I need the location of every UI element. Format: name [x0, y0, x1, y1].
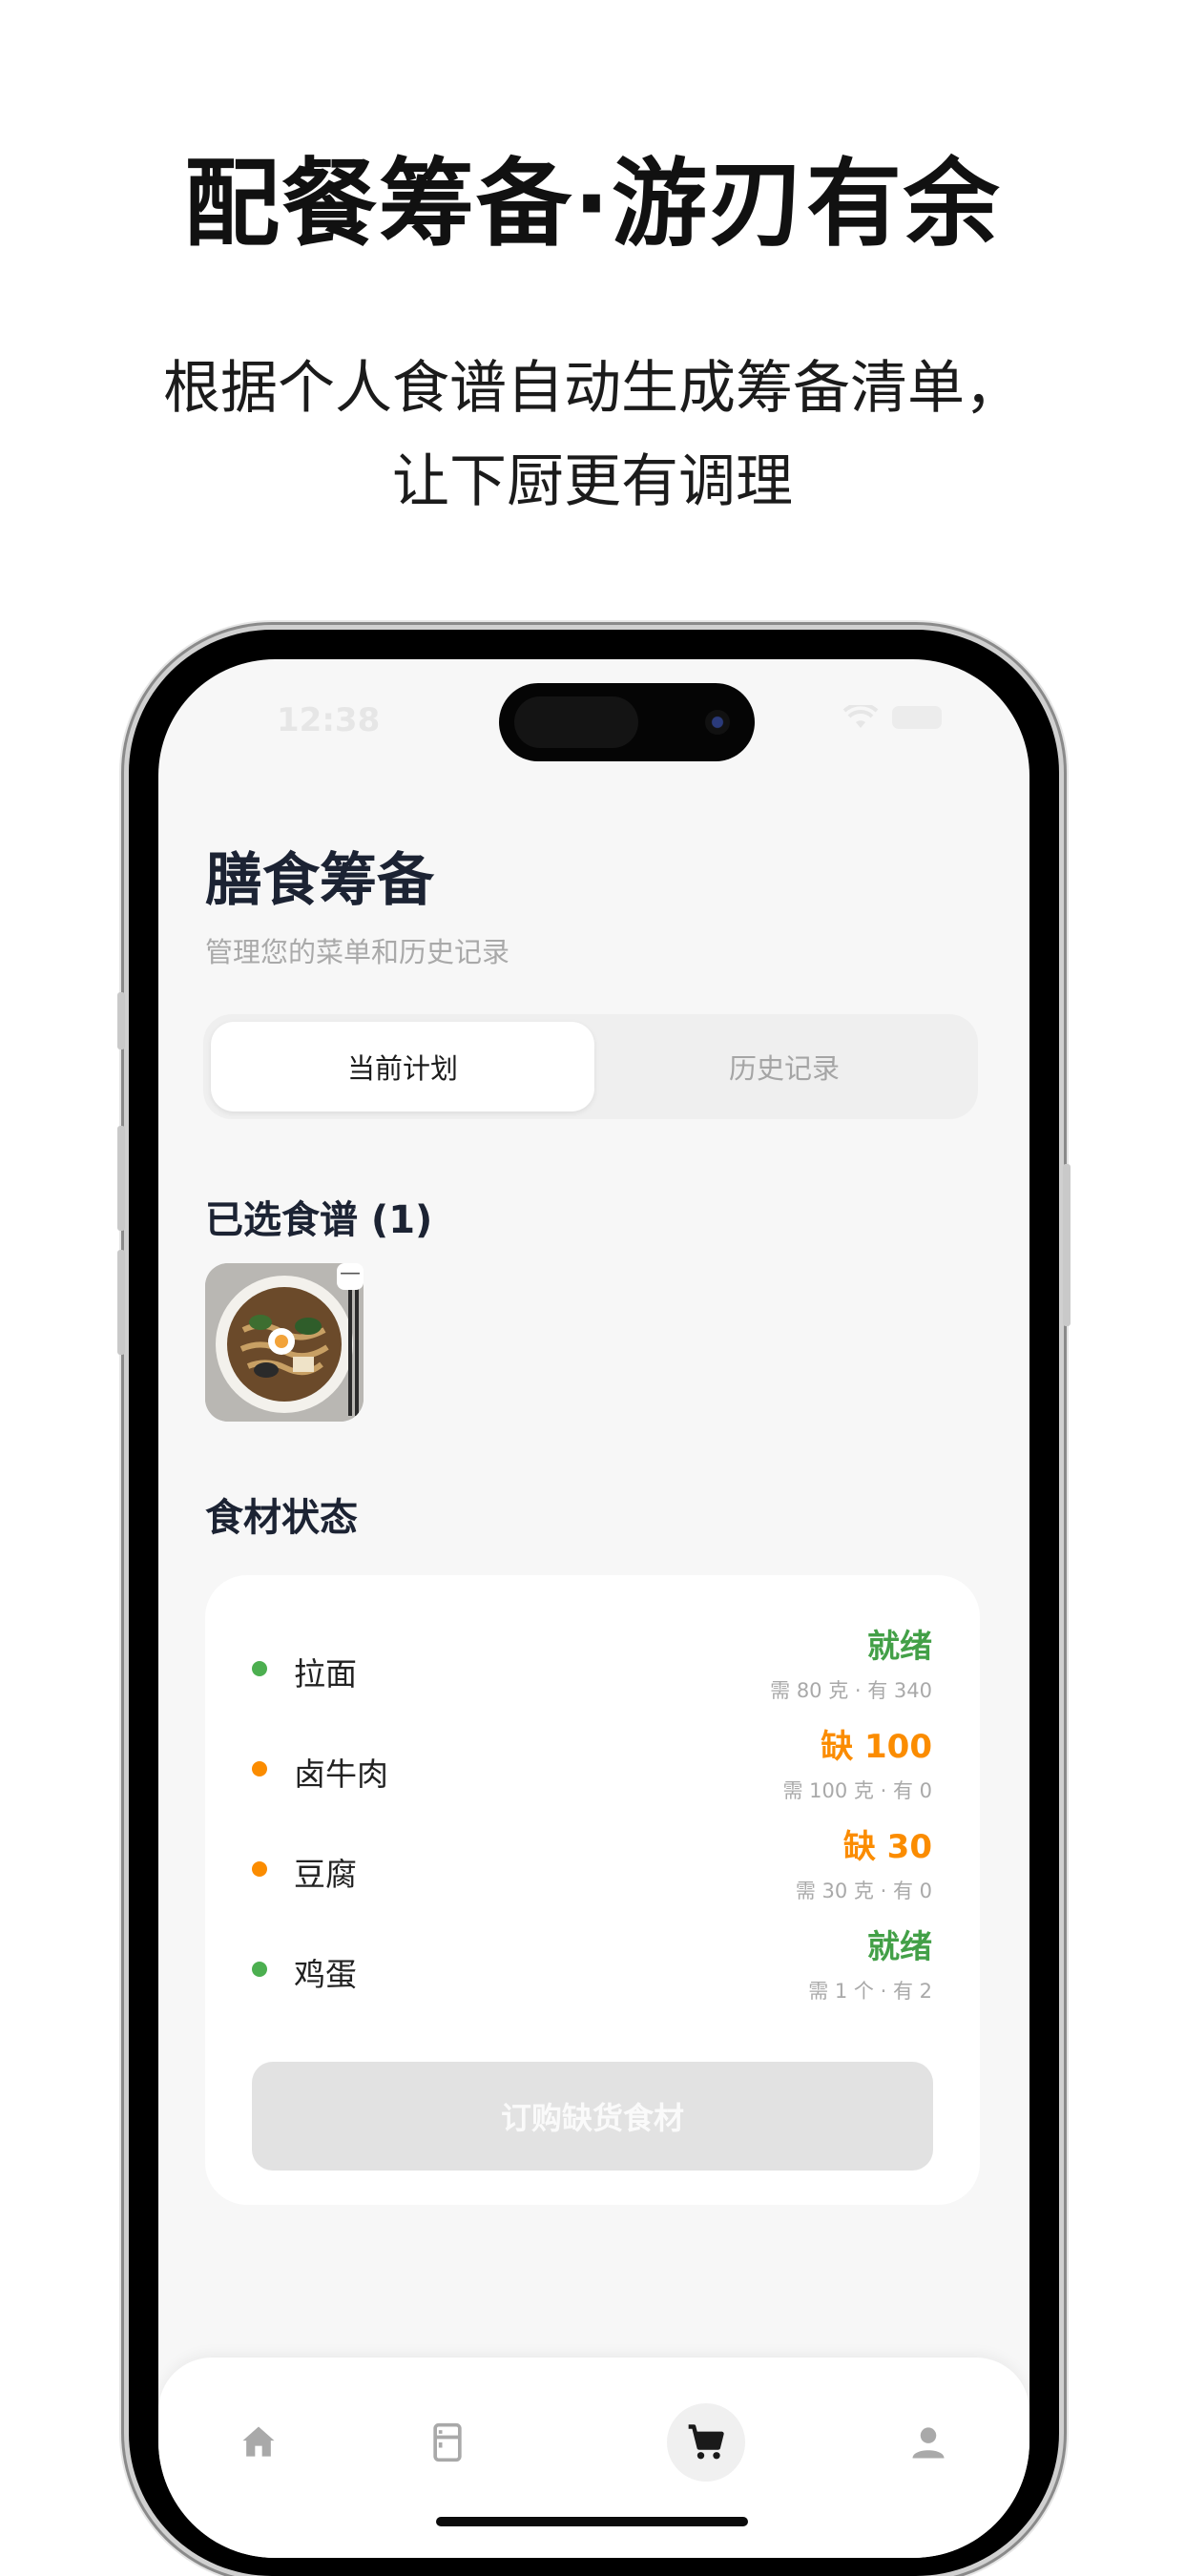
ingredient-status: 就绪 — [867, 1928, 932, 1966]
ingredient-name: 鸡蛋 — [294, 1956, 357, 1993]
tab-current-plan[interactable]: 当前计划 — [211, 1022, 594, 1111]
camera-icon — [705, 710, 730, 735]
selected-recipes-title: 已选食谱 (1) — [205, 1198, 433, 1242]
app-screen: 12:38 膳食筹备 管理您的菜单和历史记录 当前计划 历史记录 已选食谱 (1… — [158, 659, 1029, 2558]
cart-icon — [688, 2424, 724, 2460]
ingredient-status: 缺 100 — [821, 1728, 932, 1766]
battery-icon — [892, 706, 942, 729]
tab-fridge[interactable] — [408, 2403, 487, 2482]
home-indicator — [436, 2517, 748, 2526]
hero-subline-1: 根据个人食谱自动生成筹备清单， — [163, 355, 1022, 422]
ingredients-title: 食材状态 — [205, 1496, 358, 1540]
ingredient-detail: 需 100 克 · 有 0 — [782, 1779, 933, 1802]
status-dot-missing — [252, 1861, 267, 1877]
power-button — [1063, 1164, 1071, 1326]
home-icon — [242, 2426, 275, 2457]
status-icons — [842, 705, 942, 730]
segmented-control: 当前计划 历史记录 — [203, 1014, 978, 1119]
volume-up-button — [117, 1126, 125, 1231]
mute-switch — [117, 992, 125, 1049]
ingredient-name: 拉面 — [294, 1655, 357, 1693]
ingredient-detail: 需 80 克 · 有 340 — [770, 1679, 932, 1702]
bottom-tab-bar — [158, 2358, 1029, 2558]
page-subtitle: 管理您的菜单和历史记录 — [205, 936, 510, 968]
ingredient-detail: 需 1 个 · 有 2 — [808, 1980, 932, 2003]
hero-headline: 配餐筹备·游刃有余 — [184, 148, 1001, 260]
status-time: 12:38 — [277, 701, 381, 739]
remove-recipe-button[interactable]: — — [337, 1263, 364, 1290]
fridge-icon — [433, 2422, 462, 2462]
dynamic-island — [499, 683, 755, 761]
ingredient-name: 豆腐 — [294, 1856, 357, 1893]
ingredient-status: 就绪 — [867, 1628, 932, 1666]
ingredients-card: 拉面 就绪 需 80 克 · 有 340 卤牛肉 缺 100 需 100 克 ·… — [205, 1575, 980, 2205]
profile-icon — [912, 2427, 945, 2459]
tab-home[interactable] — [219, 2403, 298, 2482]
status-dot-missing — [252, 1761, 267, 1776]
volume-down-button — [117, 1250, 125, 1355]
phone-frame: 12:38 膳食筹备 管理您的菜单和历史记录 当前计划 历史记录 已选食谱 (1… — [117, 630, 1071, 2576]
tab-profile[interactable] — [889, 2403, 967, 2482]
status-dot-ready — [252, 1962, 267, 1977]
ingredient-row: 拉面 就绪 需 80 克 · 有 340 — [205, 1620, 980, 1712]
ingredient-detail: 需 30 克 · 有 0 — [795, 1880, 932, 1902]
ingredient-status: 缺 30 — [842, 1828, 932, 1866]
ingredient-row: 卤牛肉 缺 100 需 100 克 · 有 0 — [205, 1720, 980, 1812]
order-missing-button[interactable]: 订购缺货食材 — [252, 2062, 933, 2171]
ingredient-name: 卤牛肉 — [294, 1755, 388, 1793]
status-dot-ready — [252, 1661, 267, 1676]
wifi-icon — [842, 705, 879, 728]
ingredient-row: 豆腐 缺 30 需 30 克 · 有 0 — [205, 1820, 980, 1912]
tab-cart[interactable] — [667, 2403, 745, 2482]
hero-subline-2: 让下厨更有调理 — [392, 448, 793, 515]
ingredient-row: 鸡蛋 就绪 需 1 个 · 有 2 — [205, 1921, 980, 2012]
tab-history[interactable]: 历史记录 — [592, 1022, 976, 1111]
island-sensor — [514, 696, 638, 748]
page-title: 膳食筹备 — [205, 847, 434, 914]
